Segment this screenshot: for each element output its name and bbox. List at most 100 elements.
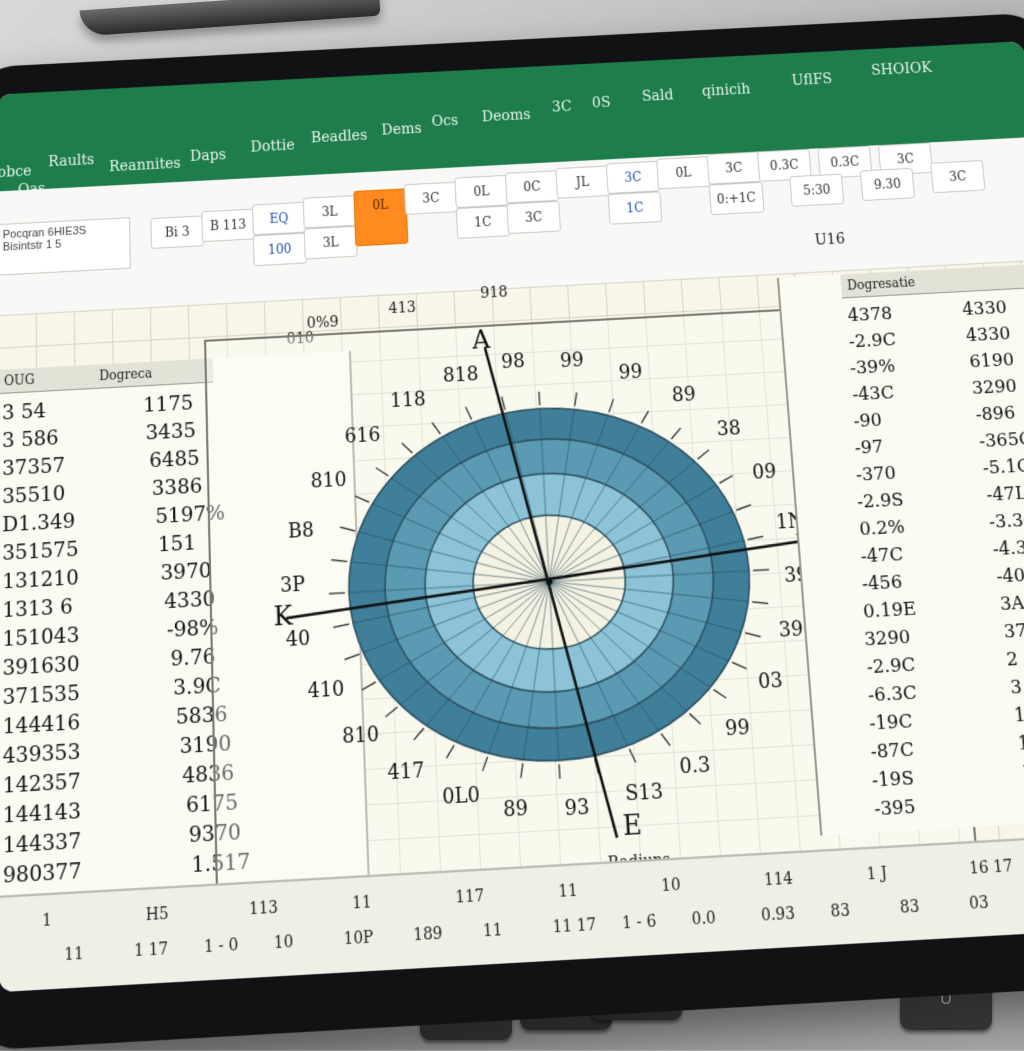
tool-button[interactable]: 3L [302, 195, 357, 229]
cell-value: -395 [873, 795, 917, 821]
cell-value: -3.3C [988, 509, 1024, 534]
tool-button[interactable]: 3C [403, 181, 458, 215]
tool-button[interactable]: 9.30 [859, 167, 916, 202]
ring-label: 93 [564, 795, 591, 821]
polar-tick [446, 745, 455, 758]
polar-tick [641, 411, 650, 423]
ring-label: 810 [310, 468, 347, 494]
tool-button[interactable]: 3C [706, 151, 762, 185]
footer-cell: H5 [145, 904, 169, 925]
ring-label: 818 [442, 363, 479, 388]
footer-value: 1 - 0 [203, 936, 239, 957]
polar-tick [736, 505, 751, 511]
cell-value: -456 [861, 571, 904, 596]
footer-cell: 1 J [865, 864, 889, 885]
name-box[interactable]: Pocqran 6HIE3S Bisintstr 1 5 [0, 217, 131, 276]
ring-label: 417 [387, 758, 425, 785]
tool-button[interactable]: 0:+1C [708, 181, 765, 216]
cell-value: D1.349 [2, 509, 76, 537]
polar-tick [697, 450, 710, 459]
ring-label: 616 [344, 423, 381, 449]
tool-button[interactable]: Bi 3 [150, 215, 205, 249]
tab-dems[interactable]: Dems [381, 121, 422, 139]
tool-button[interactable]: 5:30 [789, 173, 845, 207]
footer-value: 10P [343, 928, 374, 949]
polar-tick [376, 467, 388, 477]
tool-button[interactable]: 3C [605, 160, 661, 195]
tool-button[interactable]: 3C [930, 159, 986, 194]
tab-reannites[interactable]: Reannites [109, 155, 181, 175]
ring-label: 38 [716, 417, 742, 441]
tab-sald[interactable]: Sald [641, 87, 674, 105]
polar-tick [385, 707, 398, 717]
footer-cell: 114 [763, 869, 794, 890]
tool-button[interactable]: B 113 [201, 208, 255, 243]
tool-button[interactable]: 3C [506, 200, 561, 235]
cell-value: 351575 [2, 537, 79, 566]
cell-value: 1175 [142, 391, 194, 418]
tab-uflfs[interactable]: UflFS [791, 71, 833, 89]
polar-tick [719, 476, 733, 484]
tab-ocs[interactable]: Ocs [431, 113, 458, 130]
polar-tick [362, 682, 376, 690]
column-header: OUG [0, 364, 98, 395]
tool-button[interactable]: 1C [455, 205, 511, 239]
polar-tick [752, 601, 768, 604]
tab-raults[interactable]: Raults [48, 152, 94, 171]
ring-label: 99 [724, 715, 751, 741]
polar-tick [713, 689, 726, 699]
column-ref: 413 [388, 299, 417, 318]
cell-value: -5.1C [981, 455, 1024, 480]
tool-button[interactable]: JL [555, 165, 610, 199]
tab-daps[interactable]: Daps [190, 147, 227, 165]
cell-value: -6.3C [867, 681, 918, 707]
tab-3c[interactable]: 3C [551, 99, 572, 116]
tab-deoms[interactable]: Deoms [481, 107, 531, 126]
tab-left-1[interactable]: obce [0, 163, 32, 181]
ring-label: 03 [757, 668, 784, 694]
ring-label: 3P [279, 573, 306, 598]
orange-fill-button[interactable]: 0L [353, 188, 409, 247]
polar-tick [629, 749, 635, 763]
tool-button[interactable]: 1C [607, 191, 663, 225]
ring-label: 99 [559, 349, 585, 373]
polar-tick [574, 392, 577, 406]
footer-cell: 117 [454, 887, 485, 908]
footer-value: 11 17 [552, 915, 597, 938]
cell-value: 3435 [145, 418, 197, 445]
cell-value: 142357 [2, 768, 81, 799]
tool-button[interactable]: 100 [252, 232, 307, 267]
tab-dottie[interactable]: Dottie [250, 137, 295, 155]
tab-qinicih[interactable]: qinicih [701, 81, 751, 100]
footer-value: 10 [273, 932, 294, 953]
cell-value: 1 [1020, 760, 1024, 784]
footer-value: 0.0 [691, 909, 717, 930]
tool-button[interactable]: 0L [656, 156, 711, 190]
cell-value: 3A8b [999, 590, 1024, 616]
tab-shoiok[interactable]: SHOIOK [871, 60, 933, 79]
tool-button[interactable]: 3L [303, 225, 358, 260]
cell-value: 1 [1016, 732, 1024, 756]
cell-value: 35510 [2, 481, 66, 509]
cell-value: -43C [851, 382, 895, 406]
polar-tick [432, 422, 440, 434]
footer-value: 83 [829, 901, 851, 922]
ring-label: S13 [624, 779, 664, 807]
ring-label: 0.3 [678, 753, 712, 779]
cell-value: -87C [869, 738, 915, 764]
ring-label: 118 [389, 388, 427, 413]
cell-value: 144416 [2, 710, 81, 740]
cell-value: -47L [985, 482, 1024, 507]
cell-value: 3 54 [1, 399, 47, 425]
polar-tick [608, 399, 614, 412]
tool-button[interactable]: 0C [504, 170, 560, 204]
axis-label-bottom: E [621, 808, 643, 842]
tab-0s[interactable]: 0S [591, 95, 611, 112]
column-header: Dogreca [92, 358, 214, 390]
axis-label-top: A [471, 324, 491, 355]
cell-value: 3386 [151, 474, 203, 501]
tool-button[interactable]: EQ [252, 201, 306, 236]
tool-button[interactable]: 0L [454, 174, 509, 209]
tab-beadles[interactable]: Beadles [311, 127, 368, 146]
spreadsheet-screen: obce Oas Raults Reannites Daps Dottie Be… [0, 41, 1024, 993]
